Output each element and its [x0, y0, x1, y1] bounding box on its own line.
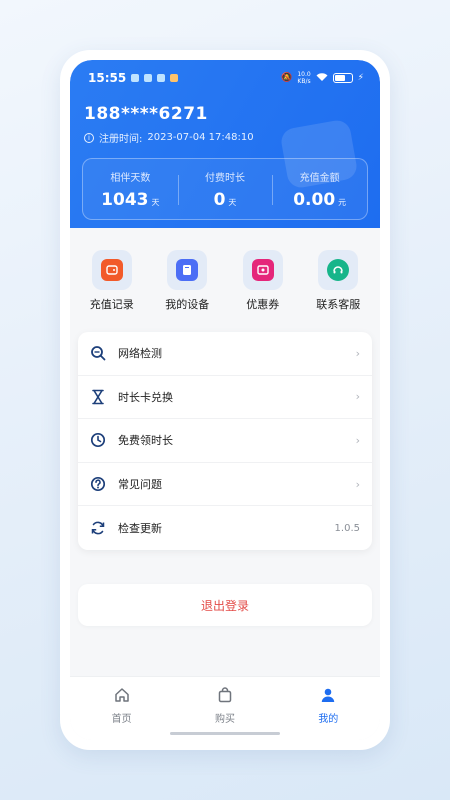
question-icon [90, 476, 106, 492]
battery-icon [332, 73, 353, 83]
my-devices-button[interactable]: 我的设备 [151, 250, 223, 314]
charging-icon: ⚡ [357, 73, 364, 83]
status-bar: 15:55 🔕 10.0 KB/s ⚡ [70, 60, 380, 96]
chevron-right-icon: › [355, 346, 360, 360]
home-indicator [170, 732, 280, 735]
stat-paid-duration: 付费时长 0天 [177, 169, 273, 210]
notification-icon [131, 74, 140, 82]
stats-card: 相伴天数 1043 天 付费时长 0天 充值金额 0.00 元 [82, 158, 368, 220]
app-notification-icon [144, 74, 153, 82]
network-speed: 10.0 KB/s [297, 71, 311, 85]
support-icon [327, 259, 350, 281]
recharge-records-button[interactable]: 充值记录 [76, 250, 148, 314]
chevron-right-icon: › [355, 477, 360, 491]
refresh-icon [90, 520, 106, 536]
customer-service-button[interactable]: 联系客服 [302, 250, 374, 314]
bottom-tab-bar: 首页 购买 我的 [70, 676, 380, 740]
tab-buy[interactable]: 购买 [190, 687, 260, 725]
shopping-bag-icon [217, 687, 233, 707]
menu-item-card-redeem[interactable]: 时长卡兑换 › [78, 376, 372, 420]
account-phone: 188****6271 [84, 104, 208, 124]
clock-icon [90, 432, 106, 448]
coupon-icon [251, 259, 274, 281]
wallet-icon [100, 259, 123, 281]
coupons-button[interactable]: 优惠券 [227, 250, 299, 314]
menu-item-free-time[interactable]: 免费领时长 › [78, 419, 372, 463]
stat-days: 相伴天数 1043 天 [101, 172, 160, 210]
menu-item-network-check[interactable]: 网络检测 › [78, 332, 372, 376]
wifi-icon [316, 72, 328, 85]
settings-menu: 网络检测 › 时长卡兑换 › 免费领时长 › 常见问题 › 检查更新 1.0.5 [78, 332, 372, 550]
register-time-row: i 注册时间: 2023-07-04 17:48:10 [84, 130, 254, 145]
tab-home[interactable]: 首页 [87, 687, 157, 725]
chevron-right-icon: › [355, 433, 360, 447]
quick-actions: 充值记录 我的设备 优惠券 联系客服 [70, 250, 380, 314]
user-icon [320, 687, 336, 707]
chevron-right-icon: › [355, 390, 360, 404]
tab-mine[interactable]: 我的 [293, 687, 363, 725]
device-icon [176, 259, 199, 281]
status-time: 15:55 [88, 71, 127, 85]
phone-frame: 15:55 🔕 10.0 KB/s ⚡ 188****6271 i 注册时间: … [60, 50, 390, 750]
home-icon [114, 687, 130, 707]
logout-button[interactable]: 退出登录 [78, 584, 372, 626]
app-notification-icon [157, 74, 166, 82]
menu-item-faq[interactable]: 常见问题 › [78, 463, 372, 507]
stat-recharge-amount: 充值金额 0.00 元 [272, 169, 367, 210]
register-time: 2023-07-04 17:48:10 [147, 132, 254, 143]
profile-header: 15:55 🔕 10.0 KB/s ⚡ 188****6271 i 注册时间: … [70, 60, 380, 228]
mute-icon: 🔕 [281, 73, 293, 83]
app-version: 1.0.5 [334, 522, 360, 534]
app-notification-icon [170, 74, 179, 82]
info-icon: i [84, 132, 94, 143]
app-screen: 15:55 🔕 10.0 KB/s ⚡ 188****6271 i 注册时间: … [70, 60, 380, 740]
menu-item-check-update[interactable]: 检查更新 1.0.5 [78, 506, 372, 550]
hourglass-icon [90, 389, 106, 405]
network-check-icon [90, 345, 106, 361]
